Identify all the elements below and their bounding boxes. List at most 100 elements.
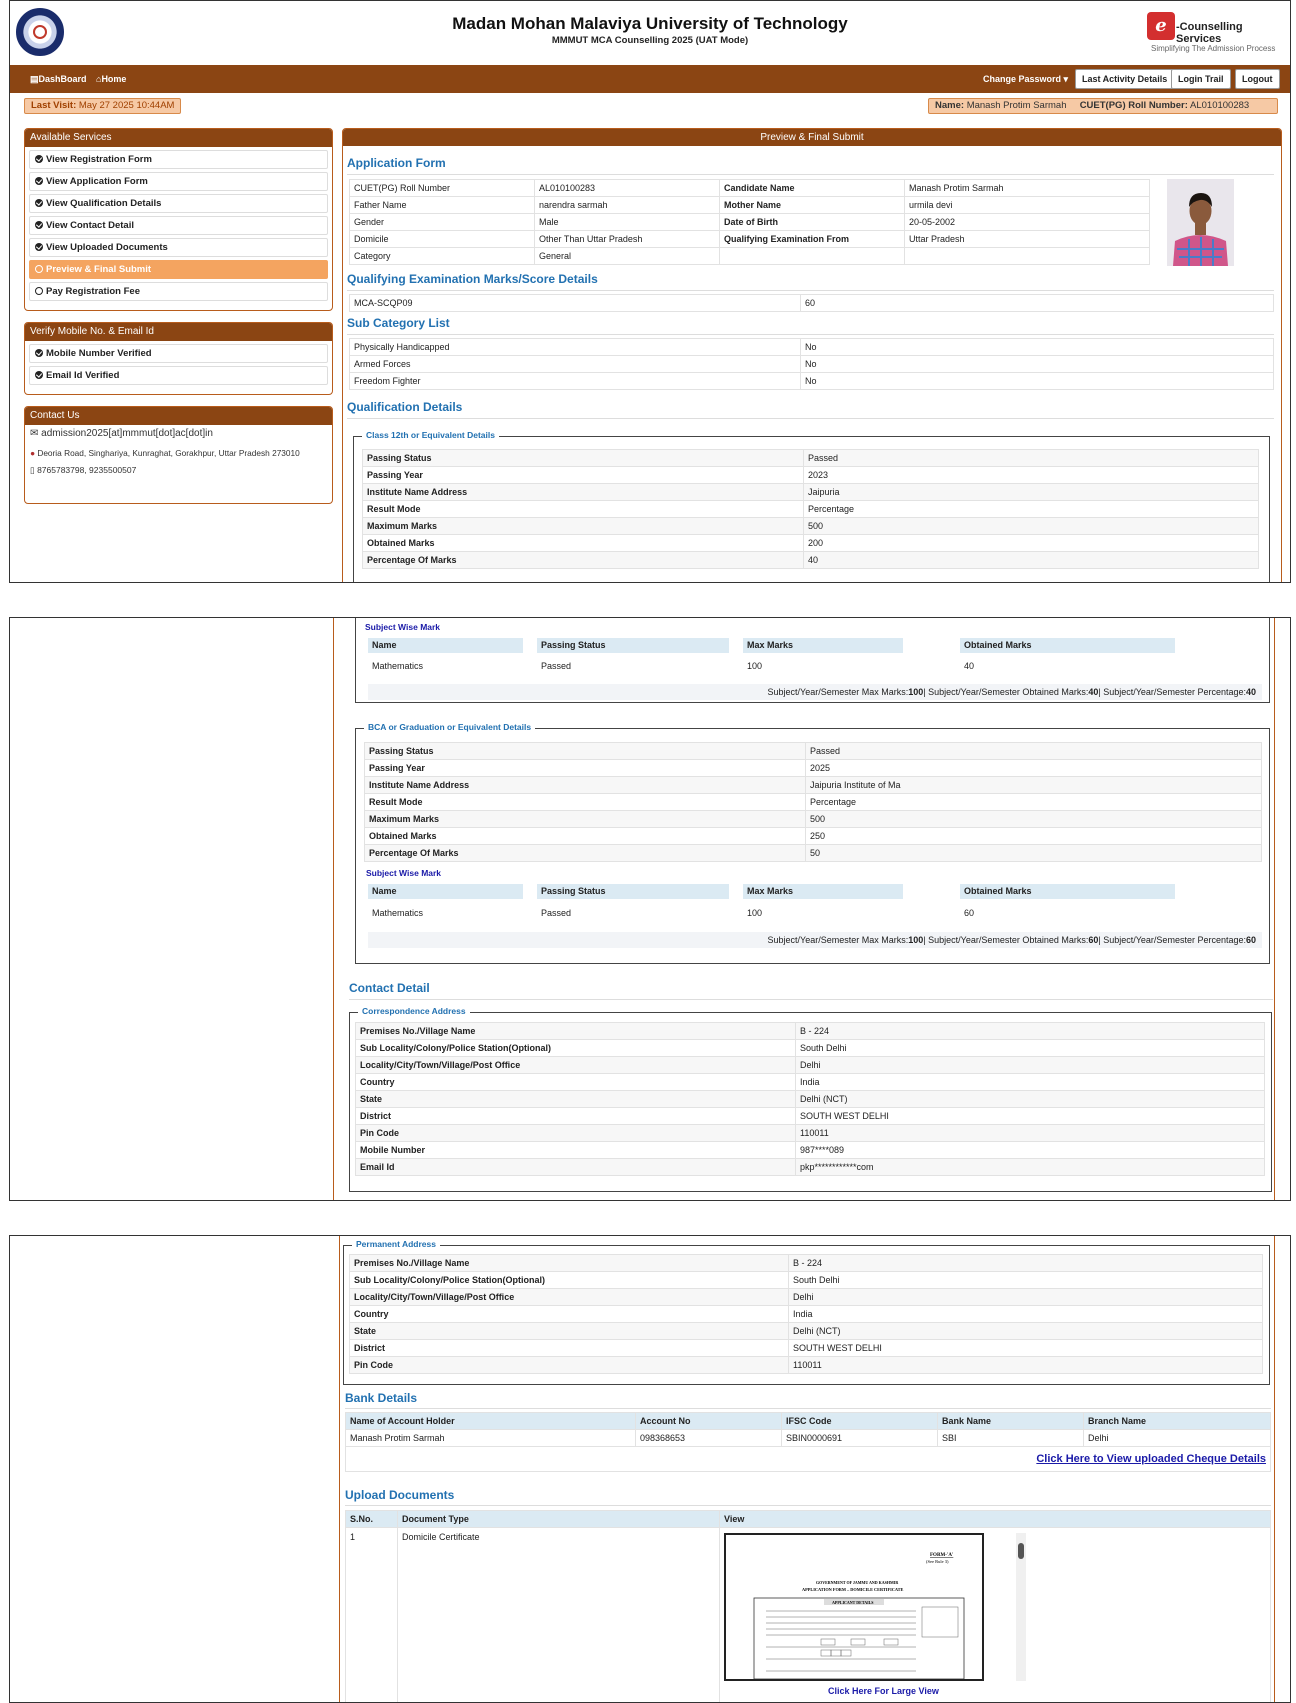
table-row: Passing Year 2025 bbox=[364, 759, 1262, 777]
class12-summary: Subject/Year/Semester Max Marks:100| Sub… bbox=[368, 684, 1262, 700]
table-row: Email Id pkp************com bbox=[355, 1158, 1265, 1176]
table-row: State Delhi (NCT) bbox=[349, 1322, 1263, 1340]
document-preview-frame[interactable]: FORM-'A' (See Rule 3) GOVERNMENT OF JAMM… bbox=[724, 1533, 984, 1681]
sidebar-item-label: View Contact Detail bbox=[46, 220, 134, 231]
dashboard-icon: ▤ bbox=[30, 74, 39, 84]
field-value: 20-05-2002 bbox=[904, 213, 1150, 231]
check-circle-icon bbox=[35, 155, 43, 163]
field-label: CUET(PG) Roll Number bbox=[349, 179, 535, 197]
login-trail-button[interactable]: Login Trail bbox=[1171, 69, 1231, 89]
check-circle-icon bbox=[35, 221, 43, 229]
envelope-icon: ✉ bbox=[30, 428, 39, 439]
sidebar-item[interactable]: View Contact Detail bbox=[29, 216, 328, 235]
table-row: Passing Status Passed bbox=[364, 742, 1262, 760]
row-label: Freedom Fighter bbox=[349, 372, 801, 390]
row-value: South Delhi bbox=[788, 1271, 1263, 1289]
row-value: 110011 bbox=[795, 1124, 1265, 1142]
check-circle-icon bbox=[35, 371, 43, 379]
check-circle-icon bbox=[35, 243, 43, 251]
doc-header-type: Document Type bbox=[397, 1510, 720, 1528]
sidebar-item-label: Preview & Final Submit bbox=[46, 264, 152, 275]
row-value: SOUTH WEST DELHI bbox=[795, 1107, 1265, 1125]
row-label: State bbox=[349, 1322, 789, 1340]
table-row: Locality/City/Town/Village/Post Office De… bbox=[349, 1288, 1263, 1306]
field-label: Candidate Name bbox=[719, 179, 905, 197]
row-label: Premises No./Village Name bbox=[349, 1254, 789, 1272]
sidebar-item[interactable]: View Uploaded Documents bbox=[29, 238, 328, 257]
sidebar-item-label: View Application Form bbox=[46, 176, 148, 187]
preview-form-label: FORM-'A' bbox=[930, 1553, 954, 1558]
caret-down-icon: ▾ bbox=[1063, 74, 1069, 84]
row-value: Percentage bbox=[803, 500, 1259, 518]
class12-subject-wise-title: Subject Wise Mark bbox=[365, 622, 441, 632]
subject-obtained: 60 bbox=[964, 908, 975, 918]
row-label: Premises No./Village Name bbox=[355, 1022, 796, 1040]
subject-header-obtained: Obtained Marks bbox=[960, 884, 1175, 899]
sidebar-item[interactable]: View Registration Form bbox=[29, 150, 328, 169]
graduation-legend: BCA or Graduation or Equivalent Details bbox=[364, 722, 536, 732]
verify-panel: Verify Mobile No. & Email Id Mobile Numb… bbox=[24, 322, 333, 395]
available-services-panel: Available Services View Registration For… bbox=[24, 128, 333, 311]
preview-applicant: APPLICANT DETAILS bbox=[832, 1600, 874, 1605]
nav-home[interactable]: ⌂Home bbox=[96, 74, 126, 84]
logout-button[interactable]: Logout bbox=[1235, 69, 1280, 89]
subject-header-status: Passing Status bbox=[537, 638, 729, 653]
table-row: Country India bbox=[355, 1073, 1265, 1091]
candidate-info-bar: Name: Manash Protim Sarmah CUET(PG) Roll… bbox=[928, 98, 1278, 114]
field-label: Category bbox=[349, 247, 535, 265]
row-value: Passed bbox=[805, 742, 1262, 760]
view-cheque-link[interactable]: Click Here to View uploaded Cheque Detai… bbox=[1036, 1453, 1266, 1465]
change-password-dropdown[interactable]: Change Password ▾ bbox=[983, 74, 1068, 85]
contact-email: ✉ admission2025[at]mmmut[dot]ac[dot]in bbox=[30, 428, 213, 439]
screenshot-middle: Subject Wise Mark Name Passing Status Ma… bbox=[9, 617, 1291, 1201]
doc-sno: 1 bbox=[345, 1527, 398, 1702]
row-value: India bbox=[795, 1073, 1265, 1091]
account-no: 098368653 bbox=[635, 1429, 782, 1447]
row-value: 2025 bbox=[805, 759, 1262, 777]
sidebar-item[interactable]: View Application Form bbox=[29, 172, 328, 191]
panel-heading: Contact Us bbox=[25, 407, 332, 425]
sidebar-item[interactable]: Preview & Final Submit bbox=[29, 260, 328, 279]
large-view-link[interactable]: Click Here For Large View bbox=[828, 1686, 939, 1696]
table-row: Physically Handicapped No bbox=[349, 338, 1274, 356]
contact-us-panel: Contact Us ✉ admission2025[at]mmmut[dot]… bbox=[24, 406, 333, 504]
row-label: Result Mode bbox=[364, 793, 806, 811]
map-marker-icon: ● bbox=[30, 448, 36, 458]
nav-dashboard[interactable]: ▤DashBoard bbox=[30, 74, 87, 85]
row-label: Sub Locality/Colony/Police Station(Optio… bbox=[355, 1039, 796, 1057]
panel-heading: Verify Mobile No. & Email Id bbox=[25, 323, 332, 341]
row-value: Delhi bbox=[788, 1288, 1263, 1306]
preview-scrollbar[interactable] bbox=[1016, 1533, 1026, 1681]
row-label: Passing Status bbox=[362, 449, 804, 467]
table-row: District SOUTH WEST DELHI bbox=[349, 1339, 1263, 1357]
sidebar-item[interactable]: Pay Registration Fee bbox=[29, 282, 328, 301]
row-label: Institute Name Address bbox=[364, 776, 806, 794]
row-value: South Delhi bbox=[795, 1039, 1265, 1057]
last-activity-button[interactable]: Last Activity Details bbox=[1075, 69, 1175, 89]
row-label: Passing Year bbox=[362, 466, 804, 484]
permanent-table: Premises No./Village Name B - 224 Sub Loca… bbox=[349, 1254, 1263, 1374]
subject-header-name: Name bbox=[368, 638, 523, 653]
subject-header-obtained: Obtained Marks bbox=[960, 638, 1175, 653]
subject-header-status: Passing Status bbox=[537, 884, 729, 899]
row-value: 110011 bbox=[788, 1356, 1263, 1374]
row-value: No bbox=[800, 355, 1274, 373]
sidebar-item[interactable]: View Qualification Details bbox=[29, 194, 328, 213]
row-label: Percentage Of Marks bbox=[362, 551, 804, 569]
table-row: Sub Locality/Colony/Police Station(Optio… bbox=[355, 1039, 1265, 1057]
field-label: Father Name bbox=[349, 196, 535, 214]
table-row: Locality/City/Town/Village/Post Office De… bbox=[355, 1056, 1265, 1074]
row-value: 2023 bbox=[803, 466, 1259, 484]
check-circle-icon bbox=[35, 349, 43, 357]
sidebar-item-label: Pay Registration Fee bbox=[46, 286, 140, 297]
row-value: Percentage bbox=[805, 793, 1262, 811]
table-row: Father Name narendra sarmah Mother Name urm… bbox=[349, 196, 1150, 214]
graduation-summary: Subject/Year/Semester Max Marks:100| Sub… bbox=[368, 932, 1262, 948]
panel-heading: Available Services bbox=[25, 129, 332, 147]
class12-table: Passing Status Passed Passing Year 2023 Inst… bbox=[362, 449, 1259, 569]
row-value: 250 bbox=[805, 827, 1262, 845]
row-value: Passed bbox=[803, 449, 1259, 467]
row-label: Physically Handicapped bbox=[349, 338, 801, 356]
table-row: District SOUTH WEST DELHI bbox=[355, 1107, 1265, 1125]
field-value: AL010100283 bbox=[534, 179, 720, 197]
